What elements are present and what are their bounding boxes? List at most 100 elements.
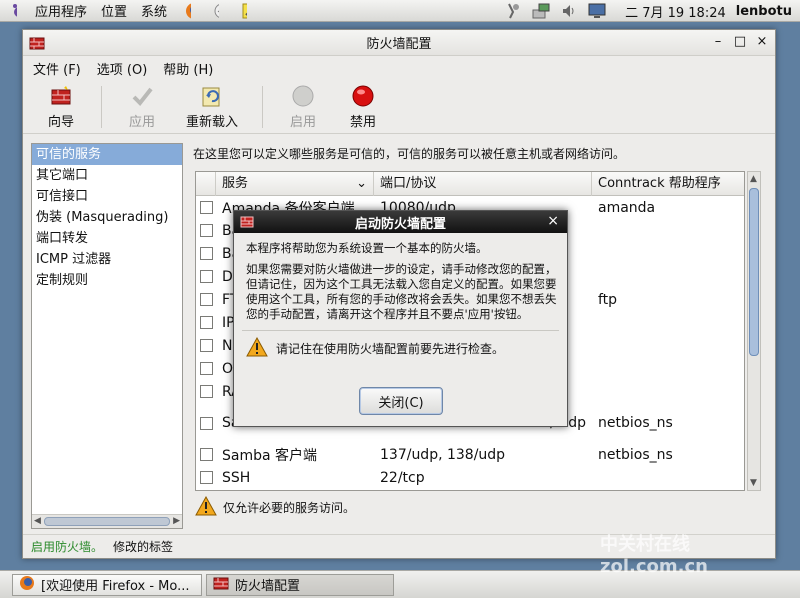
- window-controls: – □ ×: [711, 34, 769, 49]
- service-helper: ftp: [598, 291, 618, 308]
- menu-applications[interactable]: 应用程序: [28, 1, 94, 20]
- service-checkbox[interactable]: [199, 385, 213, 398]
- dialog-body: 本程序将帮助您为系统设置一个基本的防火墙。 如果您需要对防火墙做进一步的设定，请…: [234, 233, 567, 322]
- dialog-intro: 本程序将帮助您为系统设置一个基本的防火墙。: [246, 241, 488, 255]
- header-service-label: 服务: [222, 176, 249, 191]
- firewall-icon: [240, 215, 254, 233]
- service-checkbox[interactable]: [199, 293, 213, 306]
- dialog-titlebar[interactable]: 启动防火墙配置 ×: [234, 211, 567, 233]
- sidebar-item-port-forwarding[interactable]: 端口转发: [32, 228, 182, 249]
- task-label: [欢迎使用 Firefox - Mo...: [41, 579, 190, 594]
- service-helper: netbios_ns: [598, 446, 673, 463]
- display-icon[interactable]: [587, 2, 607, 20]
- service-helper: [592, 466, 742, 489]
- warning-icon: [195, 495, 217, 519]
- close-icon[interactable]: ×: [547, 213, 559, 229]
- wizard-label: 向导: [47, 115, 74, 130]
- scroll-left-icon[interactable]: ◀: [34, 516, 41, 526]
- service-helper: [592, 311, 742, 334]
- panel-menus: 应用程序 位置 系统: [0, 0, 258, 22]
- warning-text: 仅允许必要的服务访问。: [223, 500, 356, 515]
- dialog-title: 启动防火墙配置: [354, 216, 446, 232]
- network-tool-icon[interactable]: [503, 2, 523, 20]
- header-conntrack[interactable]: Conntrack 帮助程序: [592, 172, 744, 196]
- scroll-right-icon[interactable]: ▶: [173, 516, 180, 526]
- reload-label: 重新载入: [185, 115, 238, 130]
- minimize-icon[interactable]: –: [711, 34, 725, 49]
- task-label: 防火墙配置: [235, 579, 301, 594]
- table-row[interactable]: SSH 22/tcp: [196, 466, 744, 489]
- menu-system[interactable]: 系统: [134, 1, 174, 20]
- sidebar-item-trusted-interfaces[interactable]: 可信接口: [32, 186, 182, 207]
- toolbar: 向导 应用 重新载入 启用 禁用: [23, 80, 775, 134]
- vertical-scrollbar[interactable]: ▲ ▼: [747, 171, 761, 491]
- task-firefox[interactable]: [欢迎使用 Firefox - Mo...: [12, 573, 202, 596]
- service-checkbox[interactable]: [199, 339, 213, 352]
- top-panel: 应用程序 位置 系统 二 7月 19 18:24 lenbotu: [0, 0, 800, 22]
- window-title: 防火墙配置: [366, 37, 432, 52]
- network-status-icon[interactable]: [531, 2, 551, 20]
- notes-icon[interactable]: [234, 2, 254, 20]
- reload-button[interactable]: 重新载入: [172, 83, 252, 130]
- horizontal-scrollbar[interactable]: ◀ ▶: [32, 514, 182, 528]
- menu-help[interactable]: 帮助 (H): [157, 59, 223, 78]
- menubar: 文件 (F) 选项 (O) 帮助 (H): [23, 56, 775, 80]
- service-helper: [592, 242, 742, 265]
- service-checkbox[interactable]: [199, 362, 213, 375]
- scroll-thumb[interactable]: [749, 188, 759, 356]
- service-helper: [592, 334, 742, 357]
- service-checkbox[interactable]: [199, 471, 213, 484]
- service-helper: [592, 219, 742, 242]
- user-name[interactable]: lenbotu: [736, 4, 792, 19]
- sidebar-item-custom-rules[interactable]: 定制规则: [32, 270, 182, 291]
- service-checkbox[interactable]: [199, 448, 213, 461]
- header-service[interactable]: 服务 ⌄: [216, 172, 374, 196]
- menu-file[interactable]: 文件 (F): [27, 59, 91, 78]
- header-port[interactable]: 端口/协议: [374, 172, 592, 196]
- clock[interactable]: 二 7月 19 18:24: [625, 2, 726, 21]
- close-icon[interactable]: ×: [755, 34, 769, 49]
- sidebar-item-other-ports[interactable]: 其它端口: [32, 165, 182, 186]
- service-checkbox[interactable]: [199, 416, 213, 430]
- close-button[interactable]: 关闭(C): [359, 387, 443, 415]
- sidebar-item-trusted-services[interactable]: 可信的服务: [32, 144, 182, 165]
- maximize-icon[interactable]: □: [733, 34, 747, 49]
- apply-button[interactable]: 应用: [112, 83, 172, 130]
- wizard-button[interactable]: 向导: [31, 83, 91, 130]
- dialog-warning: 请记住在使用防火墙配置前要先进行检查。: [234, 336, 567, 360]
- reload-icon: [199, 83, 225, 109]
- toolbar-separator: [101, 85, 102, 128]
- sort-down-icon[interactable]: ⌄: [356, 172, 367, 196]
- menu-options[interactable]: 选项 (O): [91, 59, 158, 78]
- modified-status: 修改的标签: [113, 540, 174, 554]
- disable-icon: [350, 83, 376, 109]
- volume-icon[interactable]: [559, 2, 579, 20]
- service-checkbox[interactable]: [199, 270, 213, 283]
- scroll-up-icon[interactable]: ▲: [750, 174, 757, 184]
- mail-icon[interactable]: [206, 2, 226, 20]
- service-checkbox[interactable]: [199, 247, 213, 260]
- services-warning: 仅允许必要的服务访问。: [195, 495, 355, 519]
- toolbar-separator: [262, 85, 263, 128]
- service-checkbox[interactable]: [199, 316, 213, 329]
- service-helper: [592, 357, 742, 380]
- menu-places[interactable]: 位置: [94, 1, 134, 20]
- sidebar-item-masquerading[interactable]: 伪装 (Masquerading): [32, 207, 182, 228]
- firefox-icon[interactable]: [178, 2, 198, 20]
- service-helper: netbios_ns: [598, 415, 673, 431]
- enable-button[interactable]: 启用: [273, 83, 333, 130]
- disable-button[interactable]: 禁用: [333, 83, 393, 130]
- service-name: SSH: [222, 469, 251, 486]
- enable-icon: [290, 83, 316, 109]
- sidebar-item-icmp-filter[interactable]: ICMP 过滤器: [32, 249, 182, 270]
- task-firewall[interactable]: 防火墙配置: [206, 573, 394, 596]
- service-checkbox[interactable]: [199, 224, 213, 237]
- scroll-thumb[interactable]: [44, 517, 170, 526]
- window-titlebar[interactable]: 防火墙配置 – □ ×: [23, 30, 775, 56]
- gnome-foot-icon[interactable]: [4, 2, 24, 20]
- scroll-down-icon[interactable]: ▼: [750, 478, 757, 488]
- service-checkbox[interactable]: [199, 201, 213, 214]
- service-port: 137/udp, 138/udp: [380, 446, 506, 463]
- enable-label: 启用: [289, 115, 316, 130]
- table-row[interactable]: Samba 客户端 137/udp, 138/udp netbios_ns: [196, 443, 744, 466]
